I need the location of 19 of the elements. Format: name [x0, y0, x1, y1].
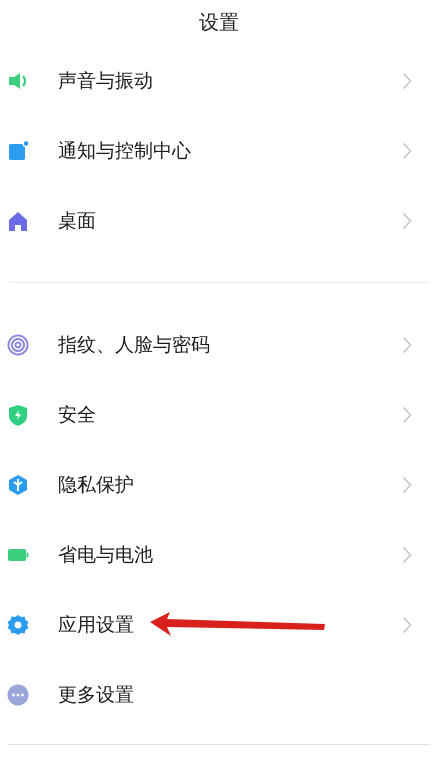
settings-item[interactable]: 更多设置 [0, 660, 438, 730]
settings-label: 应用设置 [58, 612, 134, 638]
settings-item[interactable]: 声音与振动 [0, 46, 438, 116]
settings-label: 指纹、人脸与密码 [58, 332, 210, 358]
settings-label: 通知与控制中心 [58, 138, 191, 164]
settings-label: 隐私保护 [58, 472, 134, 498]
settings-item[interactable]: 应用设置 [0, 590, 438, 660]
settings-label: 安全 [58, 402, 96, 428]
settings-label: 更多设置 [58, 682, 134, 708]
settings-item[interactable]: 桌面 [0, 186, 438, 256]
settings-item[interactable]: 省电与电池 [0, 520, 438, 590]
page-title: 设置 [198, 9, 240, 36]
settings-label: 省电与电池 [58, 542, 153, 568]
settings-label: 声音与振动 [58, 68, 153, 94]
settings-item[interactable]: 指纹、人脸与密码 [0, 310, 438, 380]
settings-item[interactable]: 安全 [0, 380, 438, 450]
settings-label: 桌面 [58, 208, 96, 234]
settings-item[interactable]: 隐私保护 [0, 450, 438, 520]
settings-item[interactable]: 通知与控制中心 [0, 116, 438, 186]
